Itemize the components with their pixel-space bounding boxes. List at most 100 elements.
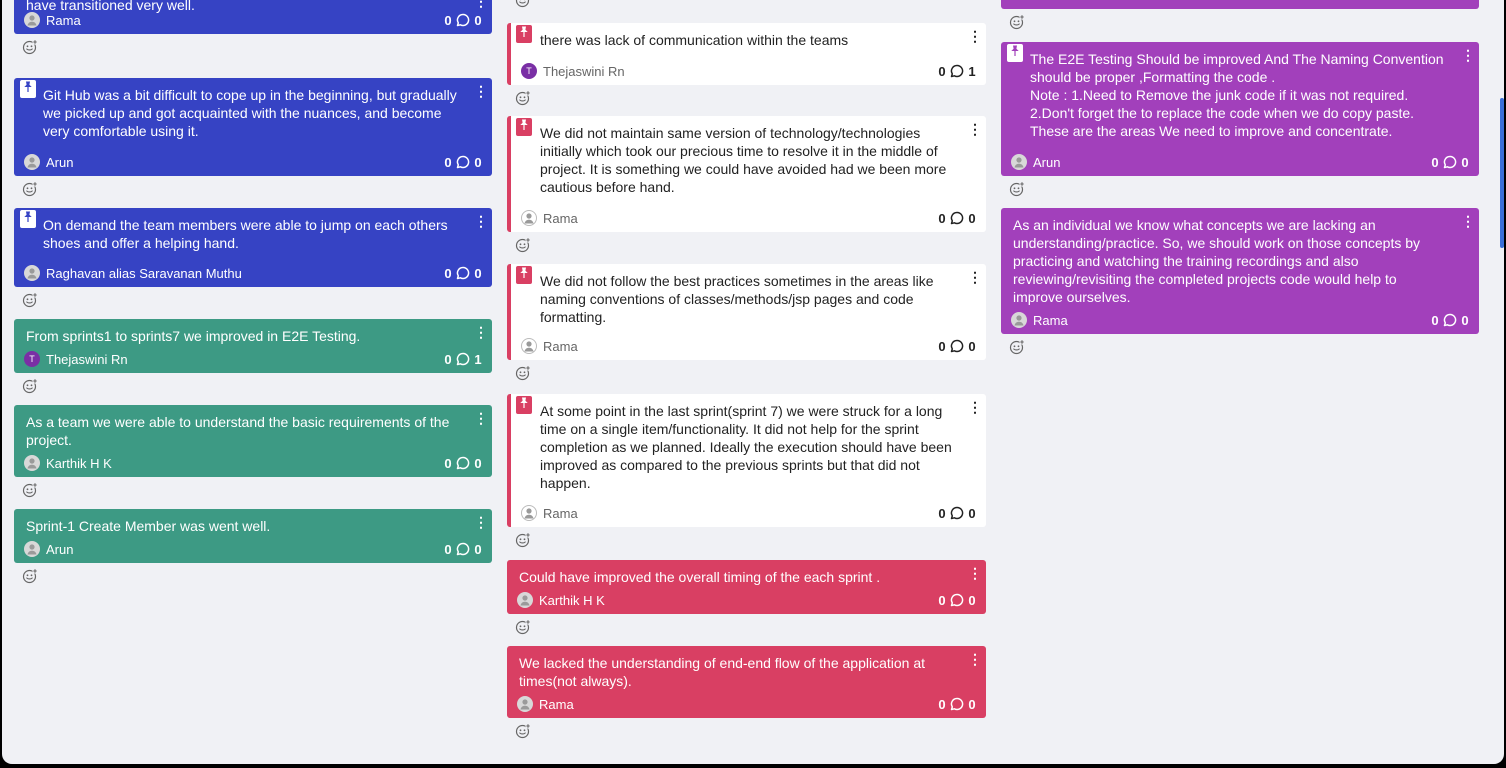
add-reaction-icon[interactable] [515,723,531,739]
comment-bubble-icon[interactable] [946,593,968,607]
add-reaction-icon[interactable] [22,482,38,498]
comment-bubble-icon[interactable] [452,352,474,366]
scrollbar-thumb[interactable] [1500,98,1504,248]
author-name: Thejaswini Rn [46,351,128,367]
comment-bubble-icon[interactable] [452,266,474,280]
add-reaction-icon[interactable] [22,39,38,55]
retro-card[interactable]: As a team we were able to understand the… [14,405,492,477]
comment-bubble-icon[interactable] [946,697,968,711]
card-stats[interactable]: 01 [444,352,482,367]
add-reaction-icon[interactable] [1009,181,1025,197]
more-vertical-icon[interactable]: ⋮ [474,515,488,529]
more-vertical-icon[interactable]: ⋮ [968,566,982,580]
card-stats[interactable]: 00 [938,506,976,521]
author: Karthik H K [24,455,444,471]
user-avatar-icon [24,154,40,170]
more-vertical-icon[interactable]: ⋮ [968,270,982,284]
more-vertical-icon[interactable]: ⋮ [474,84,488,98]
card-stats[interactable]: 01 [938,64,976,79]
comment-bubble-icon[interactable] [1439,155,1461,169]
card-stats[interactable]: 00 [444,13,482,28]
more-vertical-icon[interactable]: ⋮ [968,29,982,43]
retro-card[interactable]: there was lack of communication within t… [507,23,986,85]
comment-count: 0 [968,338,976,354]
retro-card[interactable]: have transitioned very well. ⋮ Rama 0 0 [14,0,492,34]
add-reaction-icon[interactable] [515,532,531,548]
comment-bubble-icon[interactable] [946,506,968,520]
card-stats[interactable]: 00 [444,266,482,281]
comment-bubble-icon[interactable] [1439,313,1461,327]
comment-bubble-icon[interactable] [452,456,474,470]
comment-count: 0 [474,455,482,471]
retro-card[interactable]: We lacked the understanding of end-end f… [507,646,986,718]
author-name: Rama [46,12,81,28]
more-vertical-icon[interactable]: ⋮ [968,652,982,666]
card-stats[interactable]: 00 [938,697,976,712]
more-vertical-icon[interactable]: ⋮ [968,122,982,136]
pin-icon[interactable] [516,396,532,414]
retro-card[interactable]: Could have improved the overall timing o… [507,560,986,614]
add-reaction-icon[interactable] [1009,339,1025,355]
comment-bubble-icon[interactable] [452,155,474,169]
pin-icon[interactable] [20,210,36,228]
retro-card[interactable]: As an individual we know what concepts w… [1001,208,1479,334]
add-reaction-icon[interactable] [515,619,531,635]
pin-icon[interactable] [516,118,532,136]
add-reaction-icon[interactable] [22,568,38,584]
more-vertical-icon[interactable]: ⋮ [474,325,488,339]
card-stats[interactable]: 00 [938,339,976,354]
pin-icon[interactable] [20,80,36,98]
retro-card[interactable]: On demand the team members were able to … [14,208,492,287]
retro-card[interactable]: From sprints1 to sprints7 we improved in… [14,319,492,373]
card-footer: T Thejaswini Rn 0 1 [511,62,986,80]
add-reaction-icon[interactable] [22,292,38,308]
card-text: From sprints1 to sprints7 we improved in… [26,328,361,344]
more-vertical-icon[interactable]: ⋮ [968,400,982,414]
retro-card[interactable]: We did not follow the best practices som… [507,264,986,360]
more-vertical-icon[interactable]: ⋮ [1461,48,1475,62]
retro-card[interactable]: At some point in the last sprint(sprint … [507,394,986,527]
comment-bubble-icon[interactable] [946,339,968,353]
add-reaction-icon[interactable] [515,0,531,8]
add-reaction-icon[interactable] [22,181,38,197]
retro-card[interactable]: We did not maintain same version of tech… [507,116,986,232]
comment-bubble-icon[interactable] [452,13,474,27]
pin-icon[interactable] [516,266,532,284]
like-count: 0 [444,265,452,281]
retro-card[interactable]: Git Hub was a bit difficult to cope up i… [14,78,492,176]
add-reaction-icon[interactable] [515,237,531,253]
comment-bubble-icon[interactable] [946,64,968,78]
card-stats[interactable]: 00 [444,542,482,557]
card-footer: Karthik H K00 [507,591,986,609]
add-reaction-icon[interactable] [1009,14,1025,30]
author: Arun [24,541,444,557]
retro-card[interactable]: The E2E Testing Should be improved And T… [1001,42,1479,176]
add-reaction-icon[interactable] [515,365,531,381]
card-text: We did not maintain same version of tech… [540,125,947,195]
more-vertical-icon[interactable]: ⋮ [474,214,488,228]
author-name: Raghavan alias Saravanan Muthu [46,265,242,281]
card-stats[interactable]: 00 [444,456,482,471]
card-stats[interactable]: 00 [444,155,482,170]
comment-bubble-icon[interactable] [452,542,474,556]
avatar: T [24,351,40,367]
card-text: We lacked the understanding of end-end f… [519,655,926,689]
card-stats[interactable]: 00 [938,593,976,608]
pin-icon[interactable] [516,25,532,43]
retro-card[interactable]: Sprint-1 Create Member was went well. ⋮ Ar… [14,509,492,563]
card-stats[interactable]: 00 [1431,313,1469,328]
card-stats[interactable]: 00 [1431,155,1469,170]
card-stats[interactable]: 00 [938,211,976,226]
add-reaction-icon[interactable] [515,90,531,106]
pin-icon[interactable] [1007,44,1023,62]
comment-bubble-icon[interactable] [946,211,968,225]
more-vertical-icon[interactable]: ⋮ [474,0,488,8]
comment-count: 0 [968,696,976,712]
user-avatar-icon [24,265,40,281]
more-vertical-icon[interactable]: ⋮ [1461,214,1475,228]
more-vertical-icon[interactable]: ⋮ [474,411,488,425]
add-reaction-icon[interactable] [22,378,38,394]
author-name: Thejaswini Rn [543,63,625,79]
card-text: Could have improved the overall timing o… [519,569,881,585]
retro-card[interactable] [1001,0,1479,9]
